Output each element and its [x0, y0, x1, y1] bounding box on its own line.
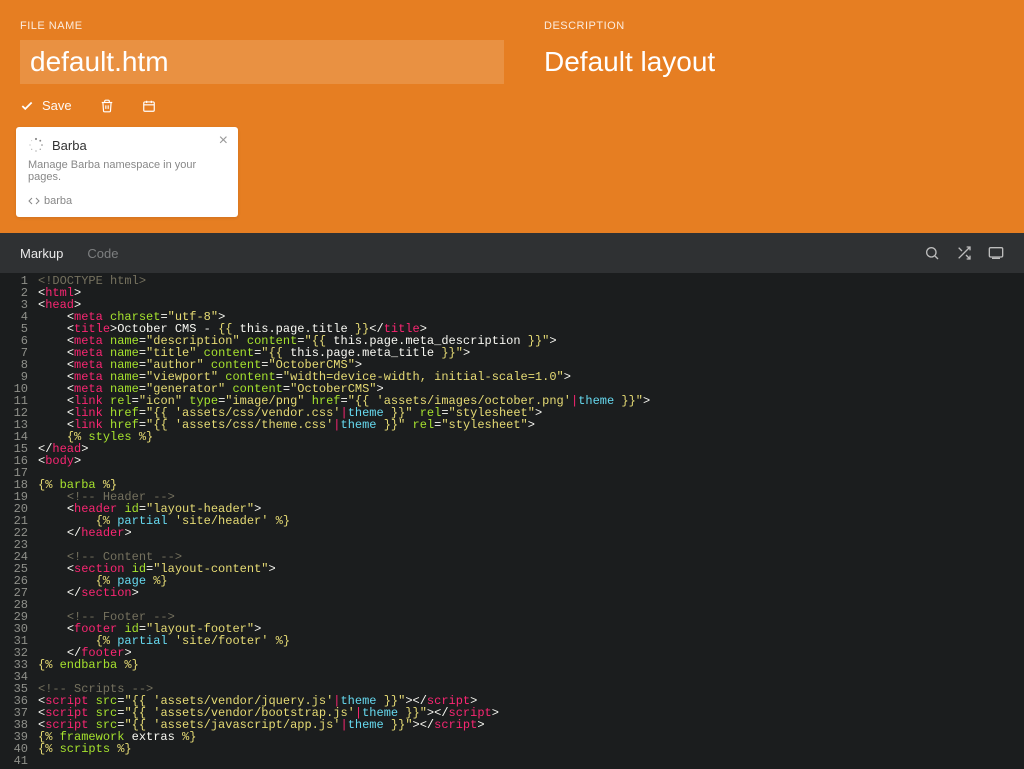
filename-input[interactable] — [20, 40, 504, 84]
trash-icon[interactable] — [100, 99, 114, 113]
spinner-icon — [28, 137, 44, 153]
code-line[interactable] — [38, 755, 650, 767]
calendar-icon[interactable] — [142, 99, 156, 113]
code-line[interactable]: {% endbarba %} — [38, 659, 650, 671]
filename-label: FILE NAME — [20, 20, 504, 32]
save-button[interactable]: Save — [20, 98, 72, 113]
code-line[interactable]: {% scripts %} — [38, 743, 650, 755]
card-description: Manage Barba namespace in your pages. — [28, 159, 226, 183]
code-editor[interactable]: 1234567891011121314151617181920212223242… — [0, 273, 1024, 769]
code-line[interactable] — [38, 467, 650, 479]
tab-markup[interactable]: Markup — [20, 246, 63, 261]
code-icon — [28, 195, 40, 207]
close-icon[interactable]: × — [219, 133, 228, 149]
shuffle-icon[interactable] — [956, 245, 972, 261]
code-line[interactable]: <body> — [38, 455, 650, 467]
code-line[interactable]: </header> — [38, 527, 650, 539]
code-line[interactable]: <html> — [38, 287, 650, 299]
code-line[interactable]: <!DOCTYPE html> — [38, 275, 650, 287]
header-toolbar: Save — [20, 98, 1004, 113]
tab-code[interactable]: Code — [87, 246, 118, 261]
code-line[interactable]: </head> — [38, 443, 650, 455]
fullscreen-icon[interactable] — [988, 245, 1004, 261]
component-card[interactable]: × Barba Manage Barba namespace in your p… — [16, 127, 238, 217]
code-line[interactable]: </section> — [38, 587, 650, 599]
code-line[interactable]: {% styles %} — [38, 431, 650, 443]
header-panel: FILE NAME DESCRIPTION Default layout Sav… — [0, 0, 1024, 233]
card-tag: barba — [28, 195, 226, 207]
search-icon[interactable] — [924, 245, 940, 261]
description-value[interactable]: Default layout — [544, 40, 1004, 84]
line-gutter: 1234567891011121314151617181920212223242… — [0, 273, 34, 769]
card-title: Barba — [52, 138, 87, 153]
line-number: 41 — [4, 755, 28, 767]
check-icon — [20, 99, 34, 113]
code-area[interactable]: <!DOCTYPE html><html><head> <meta charse… — [34, 273, 650, 769]
save-label: Save — [42, 98, 72, 113]
description-label: DESCRIPTION — [544, 20, 1004, 32]
editor-tab-bar: Markup Code — [0, 233, 1024, 273]
card-tag-text: barba — [44, 195, 72, 207]
